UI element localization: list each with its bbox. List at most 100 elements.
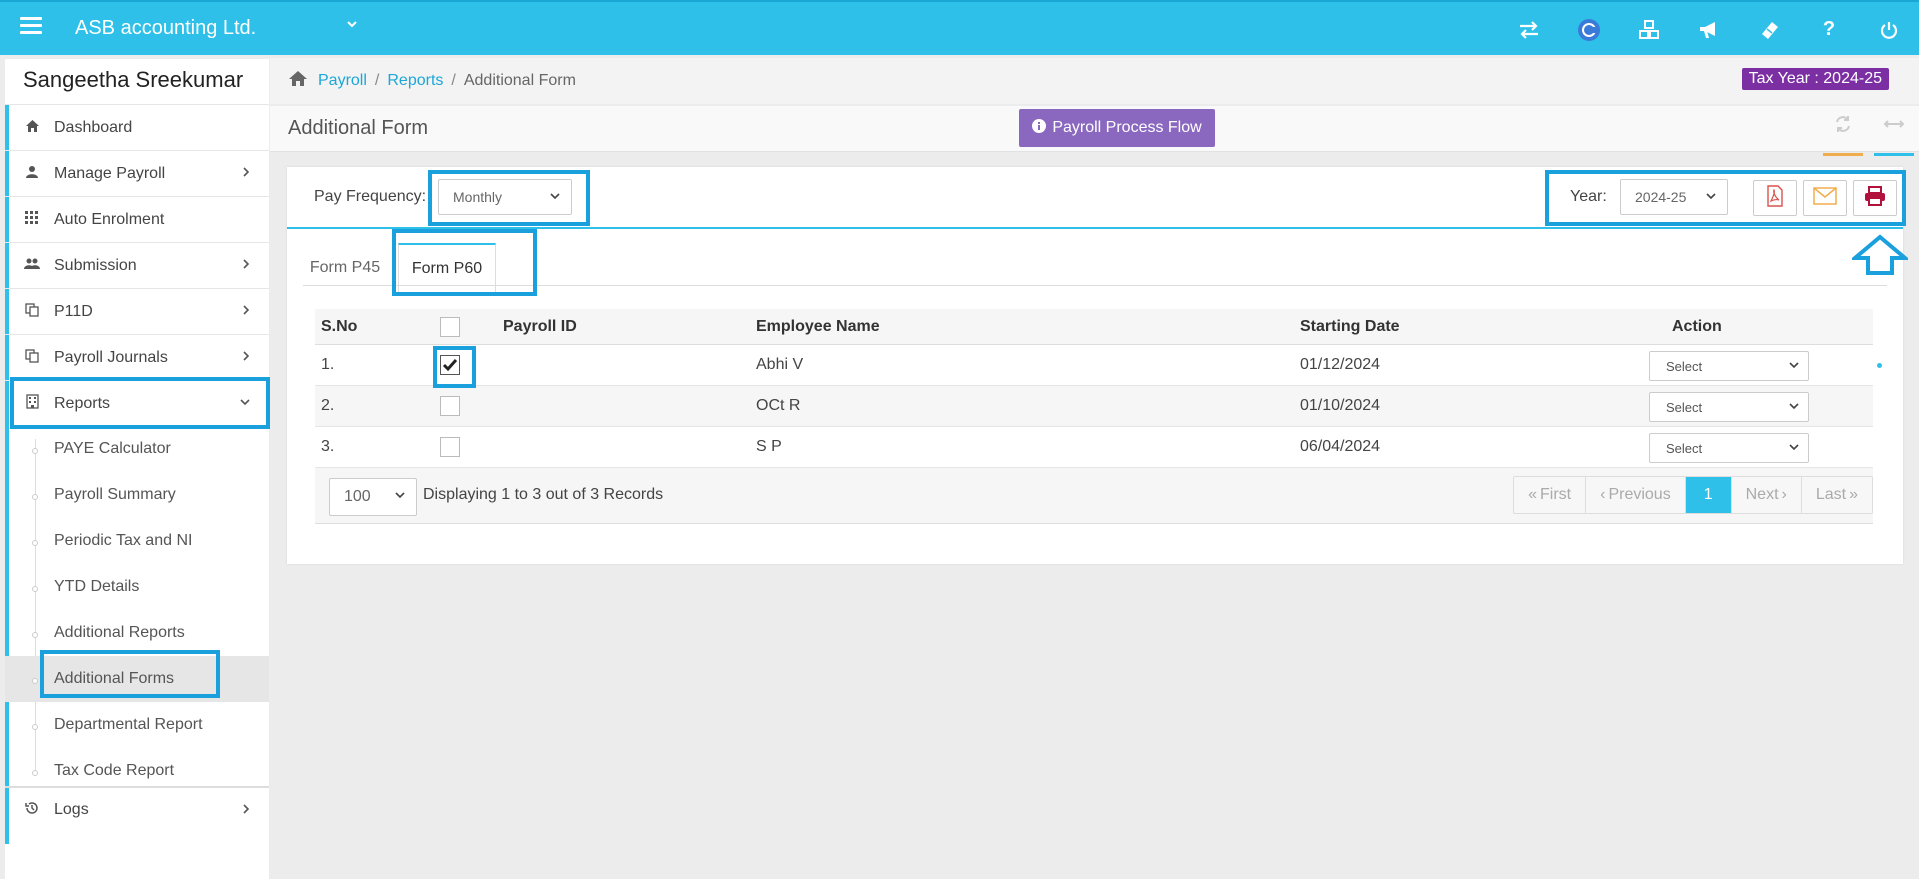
sidebar-item-label: Logs (54, 801, 89, 818)
copy-icon (23, 348, 41, 367)
row-checkbox[interactable] (440, 437, 460, 457)
double-chevron-left-icon: « (1528, 486, 1538, 503)
chevron-down-icon (1788, 399, 1800, 416)
sidebar-subitem-ytd-details[interactable]: YTD Details (5, 564, 269, 610)
sidebar-item-label: Dashboard (54, 118, 133, 136)
pay-frequency-select[interactable]: Monthly (438, 179, 572, 215)
menu-icon[interactable] (20, 17, 42, 35)
chevron-down-icon (549, 189, 561, 206)
sidebar-item-p11d[interactable]: P11D (5, 288, 269, 334)
user-name: Sangeetha Sreekumar (23, 67, 244, 92)
tax-year-badge: Tax Year : 2024-25 (1741, 68, 1889, 90)
table-row: 2. OCt R 01/10/2024 Select (315, 386, 1873, 427)
table-header: S.No Payroll ID Employee Name Starting D… (315, 309, 1873, 345)
col-employee-name: Employee Name (756, 317, 880, 335)
chevron-right-icon (241, 802, 251, 819)
chevron-right-icon: › (1781, 486, 1787, 503)
table-row: 1. Abhi V 01/12/2024 Select (315, 345, 1882, 386)
sidebar-item-reports[interactable]: Reports (5, 380, 269, 426)
sidebar-subitem-payroll-summary[interactable]: Payroll Summary (5, 472, 269, 518)
bullhorn-icon[interactable] (1679, 2, 1739, 57)
chevron-right-icon (241, 165, 251, 182)
sidebar-subitem-additional-forms[interactable]: Additional Forms (5, 656, 269, 702)
col-payroll-id: Payroll ID (503, 317, 577, 335)
help-icon[interactable]: ? (1799, 2, 1859, 57)
breadcrumb: Payroll / Reports / Additional Form (288, 70, 576, 92)
breadcrumb-payroll[interactable]: Payroll (318, 72, 367, 90)
payroll-process-flow-button[interactable]: Payroll Process Flow (1019, 109, 1215, 147)
pdf-export-button[interactable] (1753, 180, 1797, 216)
info-icon (1032, 118, 1047, 138)
email-button[interactable] (1803, 180, 1847, 216)
c-logo-icon[interactable] (1559, 2, 1619, 57)
sidebar-item-logs[interactable]: Logs (5, 786, 269, 832)
page-size-select[interactable]: 100 (329, 478, 417, 516)
year-select[interactable]: 2024-25 (1620, 179, 1728, 215)
ticket-icon[interactable] (1739, 2, 1799, 57)
sidebar-item-label: Reports (54, 394, 111, 412)
building-icon (23, 394, 41, 413)
row-checkbox[interactable] (440, 355, 460, 375)
row-action-select[interactable]: Select (1649, 392, 1809, 422)
sidebar-item-label: Payroll Journals (54, 348, 168, 366)
sidebar-item-label: P11D (54, 302, 93, 320)
sidebar-subitem-additional-reports[interactable]: Additional Reports (5, 610, 269, 656)
breadcrumb-bar: Payroll / Reports / Additional Form Tax … (270, 58, 1919, 104)
chevron-down-icon (1788, 440, 1800, 457)
pagination: «First ‹ Previous 1 Next › Last» (1513, 476, 1873, 514)
sidebar-item-label: Submission (54, 256, 137, 274)
chevron-right-icon (241, 257, 251, 274)
pager-previous[interactable]: ‹ Previous (1585, 477, 1685, 513)
pdf-icon (1766, 184, 1784, 212)
chevron-down-icon (1705, 189, 1717, 206)
sidebar-item-label: Manage Payroll (54, 164, 166, 182)
chevron-right-icon (241, 349, 251, 366)
expand-horizontal-icon[interactable] (1872, 114, 1916, 156)
year-label: Year: (1570, 188, 1607, 205)
row-action-select[interactable]: Select (1649, 351, 1809, 381)
home-icon (23, 119, 41, 137)
col-starting-date: Starting Date (1300, 317, 1400, 335)
sidebar-item-dashboard[interactable]: Dashboard (5, 104, 269, 150)
col-sno: S.No (321, 317, 358, 335)
pager-next[interactable]: Next › (1730, 477, 1801, 513)
select-all-checkbox[interactable] (440, 316, 460, 337)
company-name[interactable]: ASB accounting Ltd. (75, 17, 256, 40)
pay-frequency-label: Pay Frequency: (314, 188, 427, 205)
sidebar-subitem-paye-calculator[interactable]: PAYE Calculator (5, 426, 269, 472)
sidebar-item-auto-enrolment[interactable]: Auto Enrolment (5, 196, 269, 242)
row-indicator-dot (1877, 363, 1882, 368)
sidebar-subitem-departmental-report[interactable]: Departmental Report (5, 702, 269, 748)
row-action-select[interactable]: Select (1649, 433, 1809, 463)
title-bar: Additional Form Payroll Process Flow (270, 106, 1919, 156)
forms-table: S.No Payroll ID Employee Name Starting D… (315, 309, 1882, 524)
history-icon (23, 801, 41, 819)
sidebar-item-submission[interactable]: Submission (5, 242, 269, 288)
page-title: Additional Form (288, 117, 429, 139)
print-button[interactable] (1853, 180, 1897, 216)
chevron-right-icon (241, 303, 251, 320)
top-bar: ASB accounting Ltd. ? (0, 0, 1919, 55)
filter-row: Pay Frequency: Monthly Year: 2024-25 (287, 167, 1903, 229)
sidebar-item-manage-payroll[interactable]: Manage Payroll (5, 150, 269, 196)
sidebar-item-payroll-journals[interactable]: Payroll Journals (5, 334, 269, 380)
cubes-icon[interactable] (1619, 2, 1679, 57)
sidebar-subitem-periodic-tax[interactable]: Periodic Tax and NI (5, 518, 269, 564)
double-chevron-right-icon: » (1849, 486, 1858, 503)
home-icon[interactable] (288, 70, 308, 92)
pager-page-1[interactable]: 1 (1684, 477, 1731, 513)
chevron-down-icon (394, 488, 406, 505)
pager-last[interactable]: Last» (1800, 477, 1872, 513)
table-row: 3. S P 06/04/2024 Select (315, 427, 1873, 468)
switch-icon[interactable] (1499, 2, 1559, 57)
main-panel: Pay Frequency: Monthly Year: 2024-25 For… (287, 167, 1903, 564)
refresh-icon[interactable] (1821, 114, 1865, 156)
row-checkbox[interactable] (440, 396, 460, 416)
pager-first[interactable]: «First (1514, 477, 1585, 513)
breadcrumb-reports[interactable]: Reports (387, 72, 443, 90)
copy-icon (23, 302, 41, 321)
power-icon[interactable] (1859, 2, 1919, 57)
chevron-down-icon[interactable] (345, 17, 359, 36)
record-count-text: Displaying 1 to 3 out of 3 Records (423, 486, 664, 503)
sidebar: Sangeetha Sreekumar Dashboard Manage Pay… (5, 59, 269, 879)
